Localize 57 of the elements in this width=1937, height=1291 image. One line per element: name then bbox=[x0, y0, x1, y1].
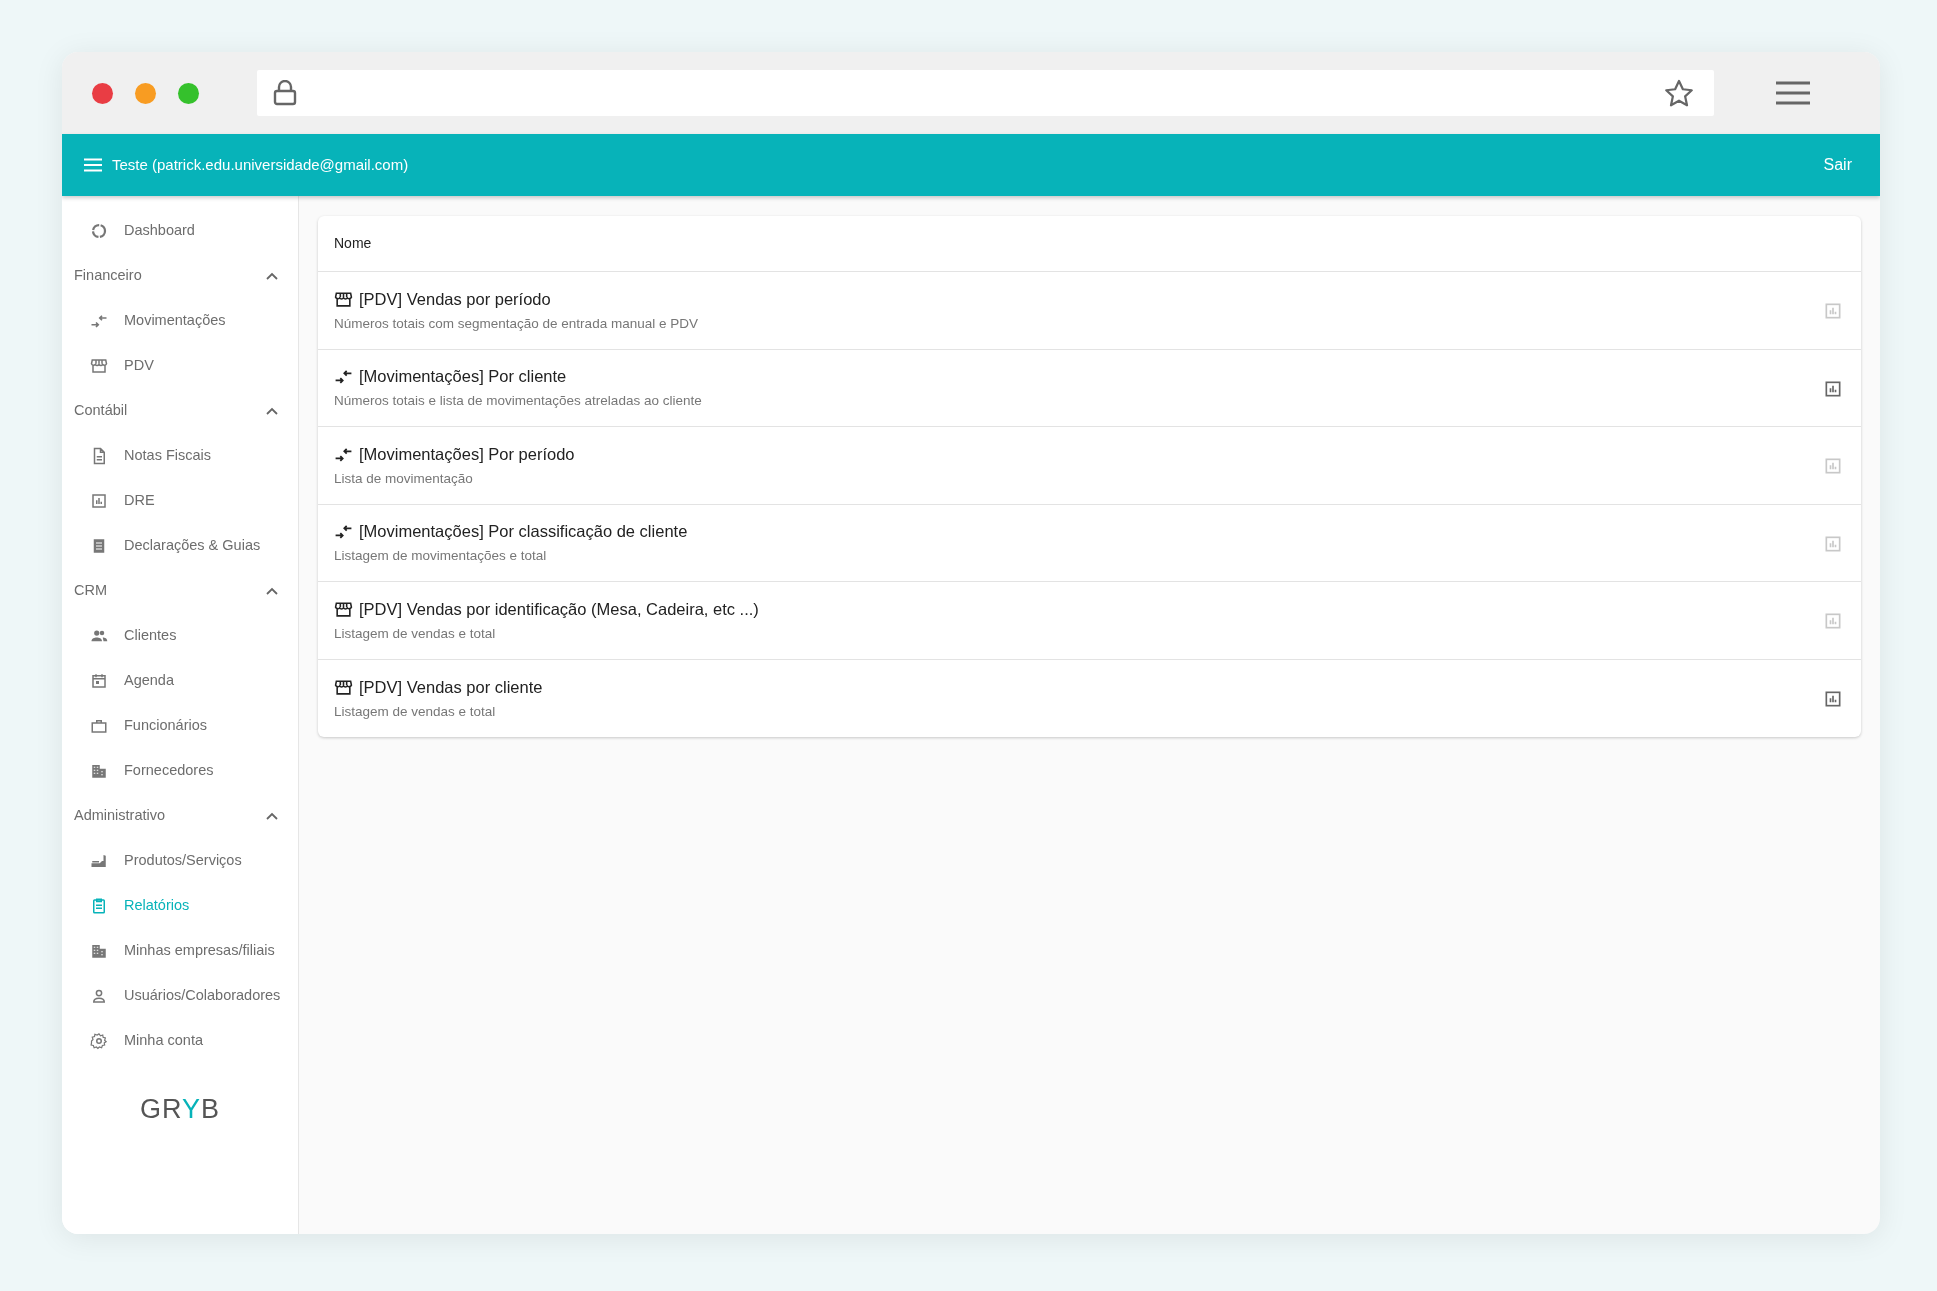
report-title: [Movimentações] Por cliente bbox=[359, 366, 567, 388]
report-title: [PDV] Vendas por identificação (Mesa, Cadeira, etc ...) bbox=[359, 598, 759, 620]
settings-icon bbox=[90, 1031, 108, 1050]
close-window-dot[interactable] bbox=[92, 82, 113, 104]
account-title: Teste (patrick.edu.universidade@gmail.com) bbox=[112, 154, 409, 175]
bar-chart-icon bbox=[1823, 689, 1843, 709]
clipboard-icon bbox=[90, 896, 108, 915]
sidebar-section[interactable]: Administrativo bbox=[62, 793, 298, 838]
sidebar-item[interactable]: Clientes bbox=[62, 613, 298, 658]
maximize-window-dot[interactable] bbox=[178, 82, 199, 104]
lock-icon bbox=[273, 80, 297, 106]
report-title: [PDV] Vendas por cliente bbox=[359, 676, 543, 698]
report-description: Listagem de vendas e total bbox=[334, 624, 497, 643]
donut-chart-icon bbox=[90, 221, 108, 240]
sidebar-item[interactable]: Usuários/Colaboradores bbox=[62, 973, 298, 1018]
sidebar-item[interactable]: Minhas empresas/filiais bbox=[62, 928, 298, 973]
report-description: Lista de movimentação bbox=[334, 469, 474, 488]
sidebar-item[interactable]: Dashboard bbox=[62, 208, 298, 253]
sidebar-item[interactable]: Notas Fiscais bbox=[62, 433, 298, 478]
storefront-icon bbox=[334, 677, 353, 697]
report-title: [Movimentações] Por período bbox=[359, 443, 575, 465]
chevron-up-icon bbox=[266, 271, 278, 280]
sidebar-item[interactable]: Fornecedores bbox=[62, 748, 298, 793]
bar-chart-icon bbox=[90, 491, 108, 510]
calendar-icon bbox=[90, 671, 108, 690]
sidebar-item[interactable]: PDV bbox=[62, 343, 298, 388]
bar-chart-icon bbox=[1823, 301, 1843, 321]
sidebar-item[interactable]: Declarações & Guias bbox=[62, 523, 298, 568]
menu-icon[interactable] bbox=[1776, 80, 1810, 106]
sidebar-item[interactable]: DRE bbox=[62, 478, 298, 523]
storefront-icon bbox=[334, 599, 353, 619]
report-description: Listagem de vendas e total bbox=[334, 702, 497, 721]
report-description: Números totais e lista de movimentações atreladas ao cliente bbox=[334, 392, 702, 410]
sidebar-section[interactable]: Financeiro bbox=[62, 253, 298, 298]
minimize-window-dot[interactable] bbox=[135, 82, 156, 104]
storefront-icon bbox=[90, 356, 108, 375]
bar-chart-icon bbox=[1823, 611, 1843, 631]
report-title: [Movimentações] Por classificação de cliente bbox=[359, 521, 688, 543]
storefront-icon bbox=[334, 289, 353, 309]
column-header: Nome bbox=[334, 234, 372, 253]
sidebar-section[interactable]: Contábil bbox=[62, 388, 298, 433]
sidebar-section[interactable]: CRM bbox=[62, 568, 298, 613]
report-description: Números totais com segmentação de entrada manual e PDV bbox=[334, 314, 698, 333]
bar-chart-icon bbox=[1823, 456, 1843, 476]
sidebar-item[interactable]: Agenda bbox=[62, 658, 298, 703]
sidebar-item[interactable]: Funcionários bbox=[62, 703, 298, 748]
chevron-up-icon bbox=[266, 811, 278, 820]
chevron-up-icon bbox=[266, 406, 278, 415]
sidebar-item[interactable]: Minha conta bbox=[62, 1018, 298, 1063]
report-title: [PDV] Vendas por período bbox=[359, 288, 551, 310]
report-description: Listagem de movimentações e total bbox=[334, 547, 548, 565]
sidebar-item[interactable]: Movimentações bbox=[62, 298, 298, 343]
chevron-up-icon bbox=[266, 586, 278, 595]
star-icon[interactable] bbox=[1664, 78, 1694, 108]
bar-chart-icon bbox=[1823, 378, 1843, 399]
sidebar-item[interactable]: Produtos/Serviços bbox=[62, 838, 298, 883]
logo: GRYB bbox=[138, 1093, 221, 1126]
